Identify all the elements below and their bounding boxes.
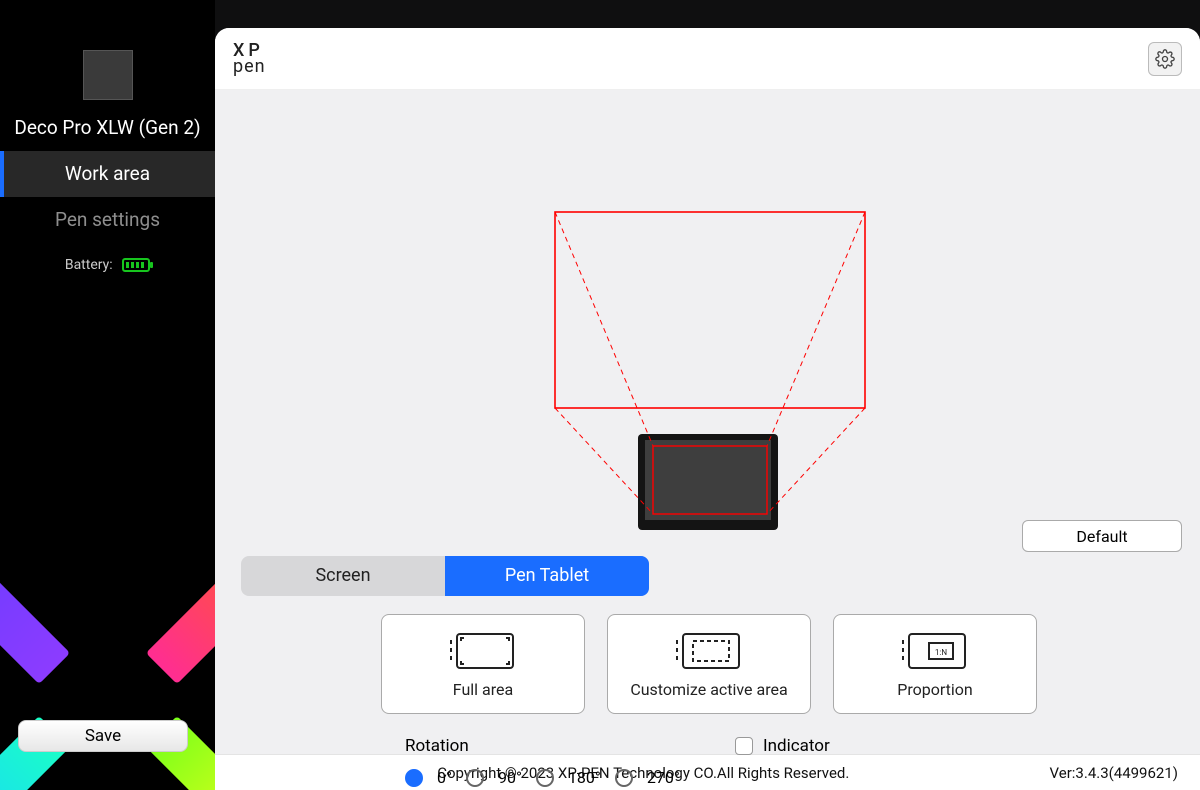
radio-270[interactable] <box>615 769 633 787</box>
main-panel: XP pen Default <box>215 28 1200 790</box>
full-area-icon <box>447 630 519 672</box>
sidebar-item-pen-settings[interactable]: Pen settings <box>0 197 215 243</box>
header: XP pen <box>215 28 1200 90</box>
work-area-canvas: Default Screen Pen Tablet Full area Cust… <box>215 90 1200 754</box>
proportion-icon: 1:N <box>899 630 971 672</box>
brand-logo: XP pen <box>233 43 266 74</box>
radio-90[interactable] <box>466 769 484 787</box>
radio-180-label: 180° <box>568 768 601 787</box>
card-full-area[interactable]: Full area <box>381 614 585 714</box>
settings-button[interactable] <box>1148 42 1182 76</box>
rotation-label: Rotation <box>405 736 469 756</box>
rotation-options: 0° 90° 180° 270° <box>405 768 680 787</box>
version: Ver:3.4.3(4499621) <box>1050 764 1178 782</box>
card-customize-area[interactable]: Customize active area <box>607 614 811 714</box>
battery-label: Battery: <box>65 257 113 273</box>
card-proportion[interactable]: 1:N Proportion <box>833 614 1037 714</box>
radio-90-label: 90° <box>498 768 522 787</box>
device-name: Deco Pro XLW (Gen 2) <box>0 116 215 139</box>
radio-0-label: 0° <box>437 768 452 787</box>
area-mode-cards: Full area Customize active area 1:N Prop… <box>381 614 1037 714</box>
radio-180[interactable] <box>536 769 554 787</box>
mapping-diagram <box>215 90 1200 550</box>
tab-screen[interactable]: Screen <box>241 556 445 596</box>
sidebar: Deco Pro XLW (Gen 2) Work area Pen setti… <box>0 0 215 790</box>
area-tabs: Screen Pen Tablet <box>241 556 649 596</box>
tab-pen-tablet[interactable]: Pen Tablet <box>445 556 649 596</box>
brand-x-logo <box>0 550 215 790</box>
svg-text:1:N: 1:N <box>935 648 947 657</box>
battery-status: Battery: <box>0 257 215 273</box>
card-label: Customize active area <box>630 680 787 699</box>
battery-icon <box>122 258 150 272</box>
default-button[interactable]: Default <box>1022 520 1182 552</box>
card-label: Proportion <box>897 680 973 699</box>
card-label: Full area <box>453 680 513 699</box>
device-thumbnail[interactable] <box>83 50 133 100</box>
radio-270-label: 270° <box>647 768 680 787</box>
save-button[interactable]: Save <box>18 720 188 752</box>
footer: Copyright © 2023 XP-PEN Technology CO.Al… <box>215 754 1200 790</box>
sidebar-item-work-area[interactable]: Work area <box>0 151 215 197</box>
indicator-row: Indicator <box>735 736 830 756</box>
radio-0[interactable] <box>405 769 423 787</box>
customize-area-icon <box>673 630 745 672</box>
indicator-checkbox[interactable] <box>735 737 753 755</box>
gear-icon <box>1155 49 1175 69</box>
indicator-label: Indicator <box>763 736 830 756</box>
